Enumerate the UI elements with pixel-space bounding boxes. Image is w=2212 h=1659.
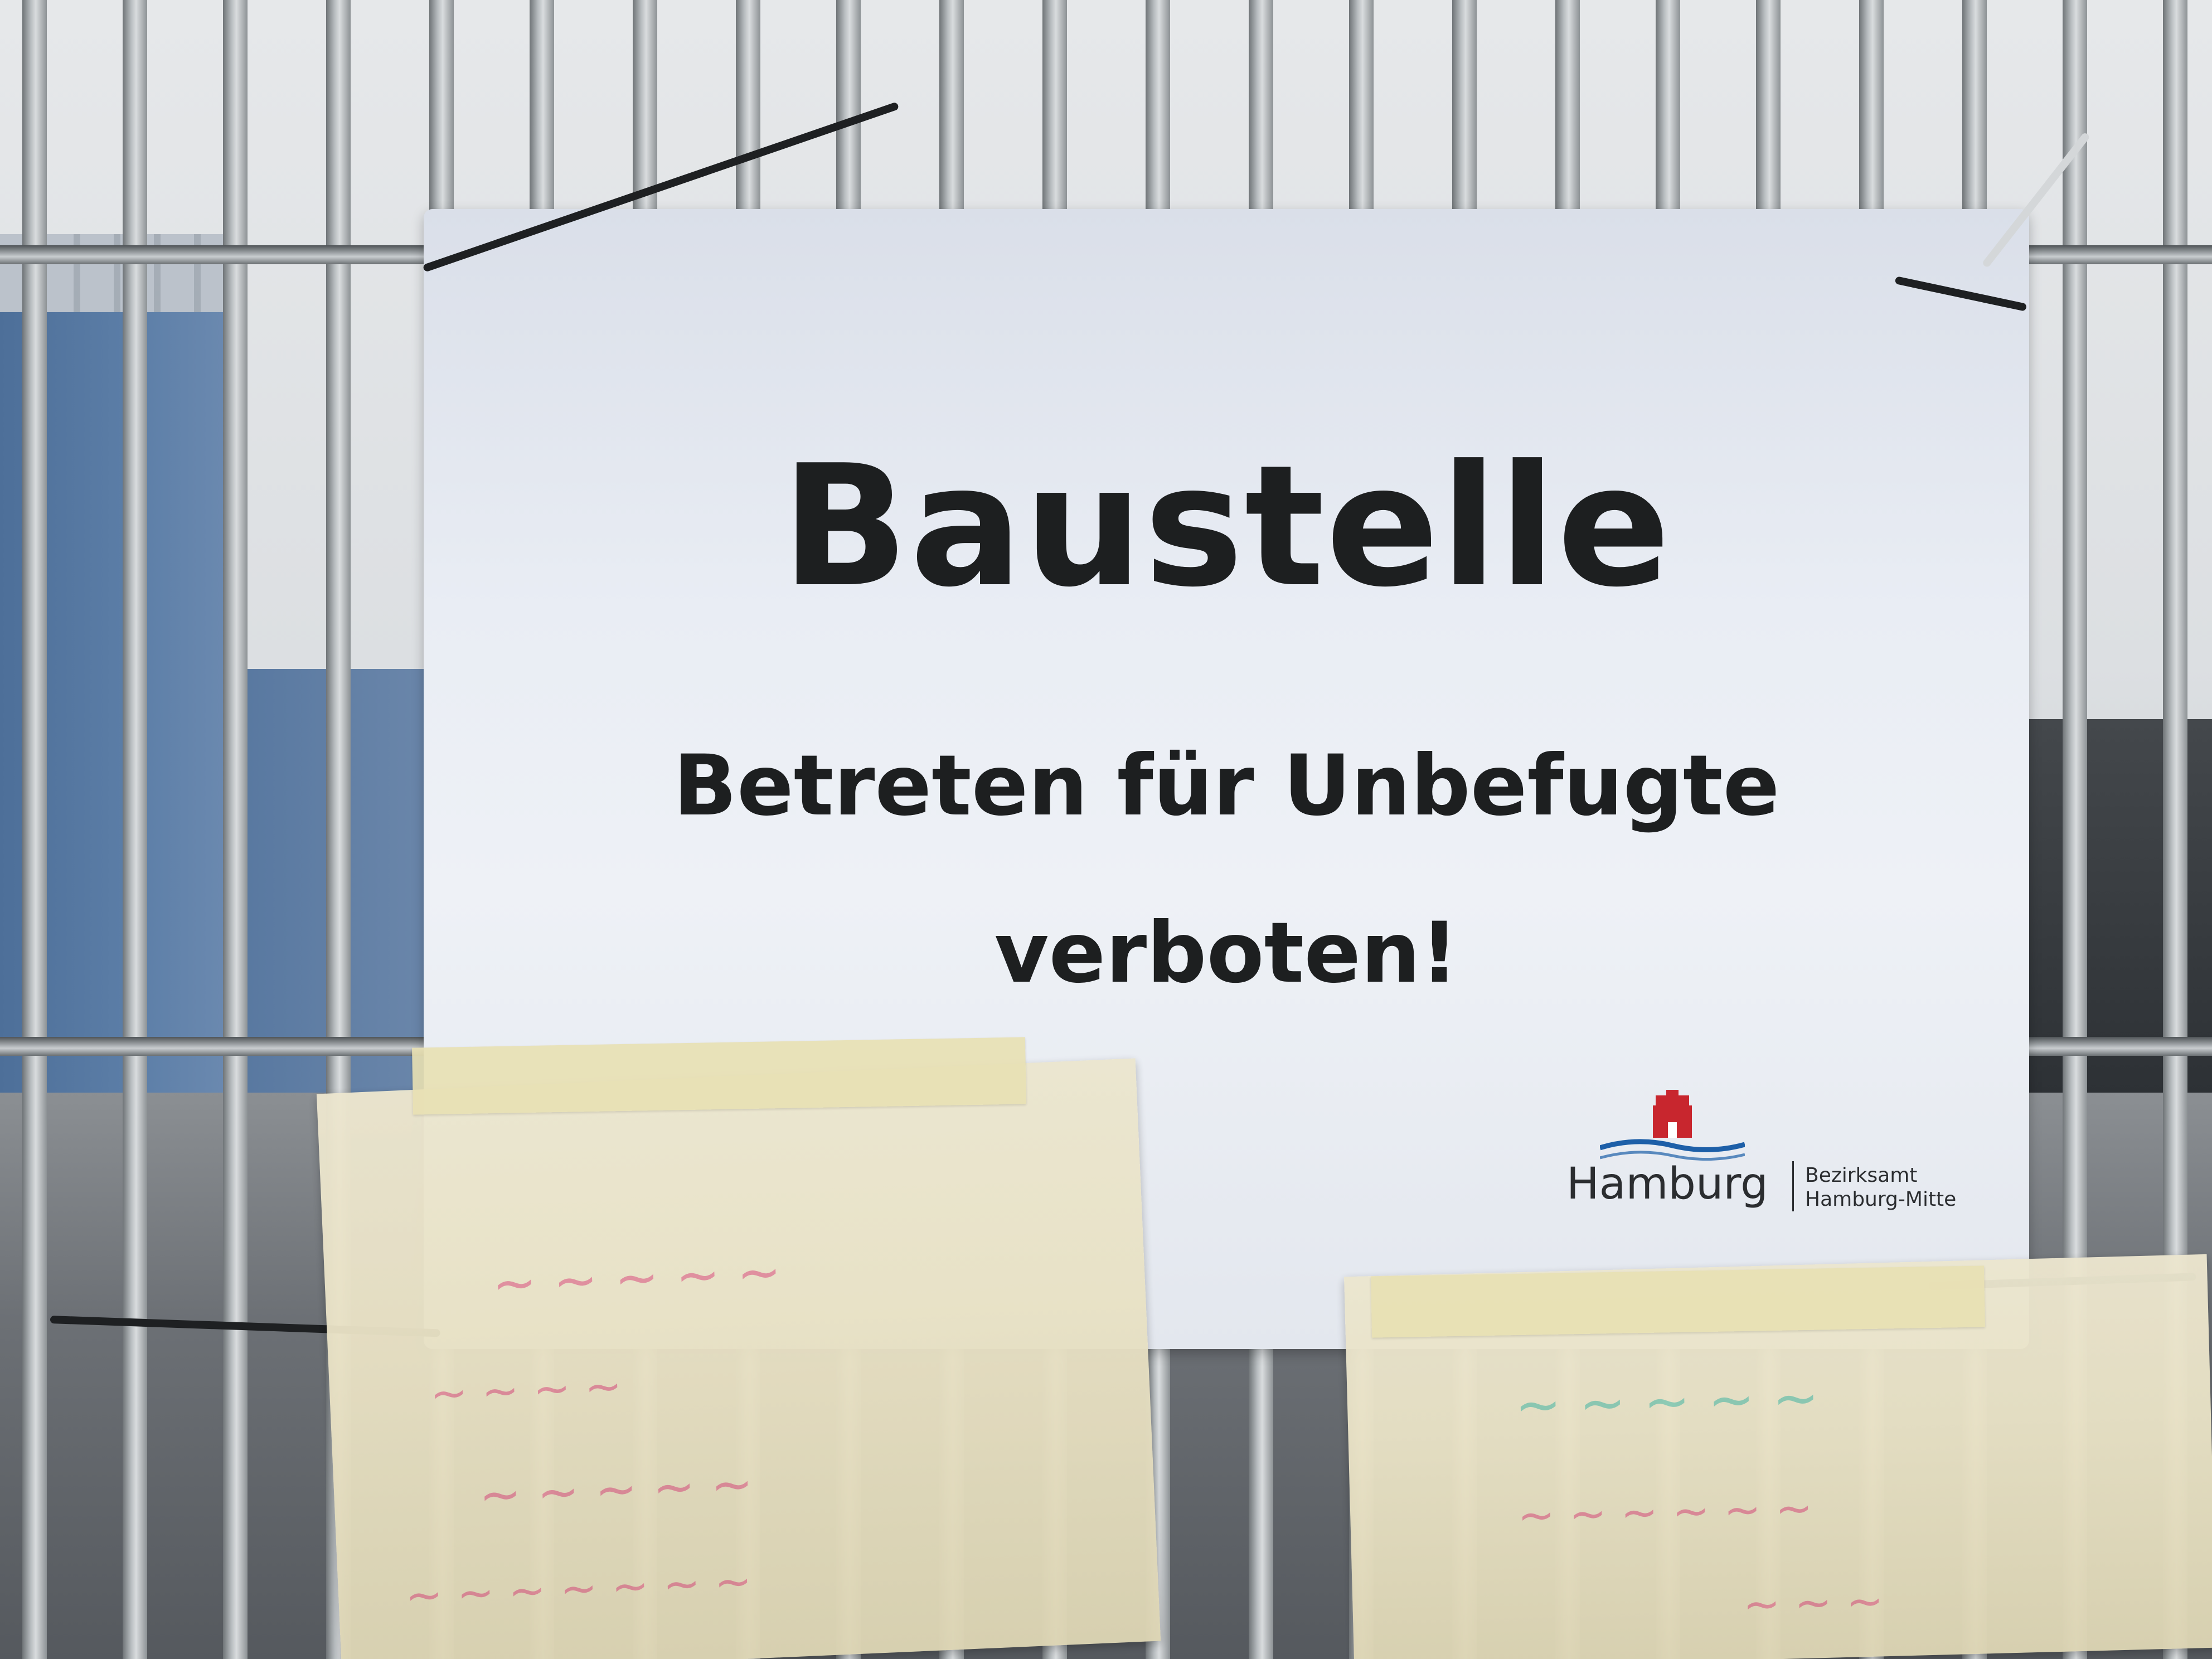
sign-title: Baustelle <box>781 429 1672 624</box>
note-scribble: ~ ~ ~ ~ <box>429 1360 623 1420</box>
logo-department-line-2: Hamburg-Mitte <box>1805 1188 1957 1211</box>
note-scribble: ~ ~ ~ ~ ~ <box>491 1241 783 1316</box>
hamburg-logo: Hamburg Bezirksamt Hamburg-Mitte <box>1566 1090 1957 1224</box>
hamburg-castle-icon <box>1600 1090 1745 1161</box>
logo-hamburg-wordmark: Hamburg <box>1566 1159 1768 1209</box>
logo-department-line-1: Bezirksamt <box>1805 1164 1918 1187</box>
note-scribble: ~ ~ ~ <box>1742 1575 1884 1631</box>
logo-department: Bezirksamt Hamburg-Mitte <box>1805 1163 1956 1211</box>
masking-tape <box>1371 1265 1985 1338</box>
logo-divider <box>1792 1161 1794 1211</box>
sign-warning-line-2: verboten! <box>994 905 1459 1002</box>
handwritten-note-left: ~ ~ ~ ~ ~ ~ ~ ~ ~ ~ ~ ~ ~ ~ ~ ~ ~ ~ ~ ~ … <box>316 1058 1161 1659</box>
note-scribble: ~ ~ ~ ~ ~ ~ <box>1517 1482 1813 1542</box>
sign-warning-line-1: Betreten für Unbefugte <box>673 738 1780 835</box>
photo-scene: Baustelle Betreten für Unbefugte verbote… <box>0 0 2212 1659</box>
note-scribble: ~ ~ ~ ~ ~ <box>1514 1365 1820 1438</box>
note-scribble: ~ ~ ~ ~ ~ ~ ~ <box>404 1555 753 1622</box>
masking-tape <box>412 1037 1026 1115</box>
note-scribble: ~ ~ ~ ~ ~ <box>478 1454 754 1525</box>
